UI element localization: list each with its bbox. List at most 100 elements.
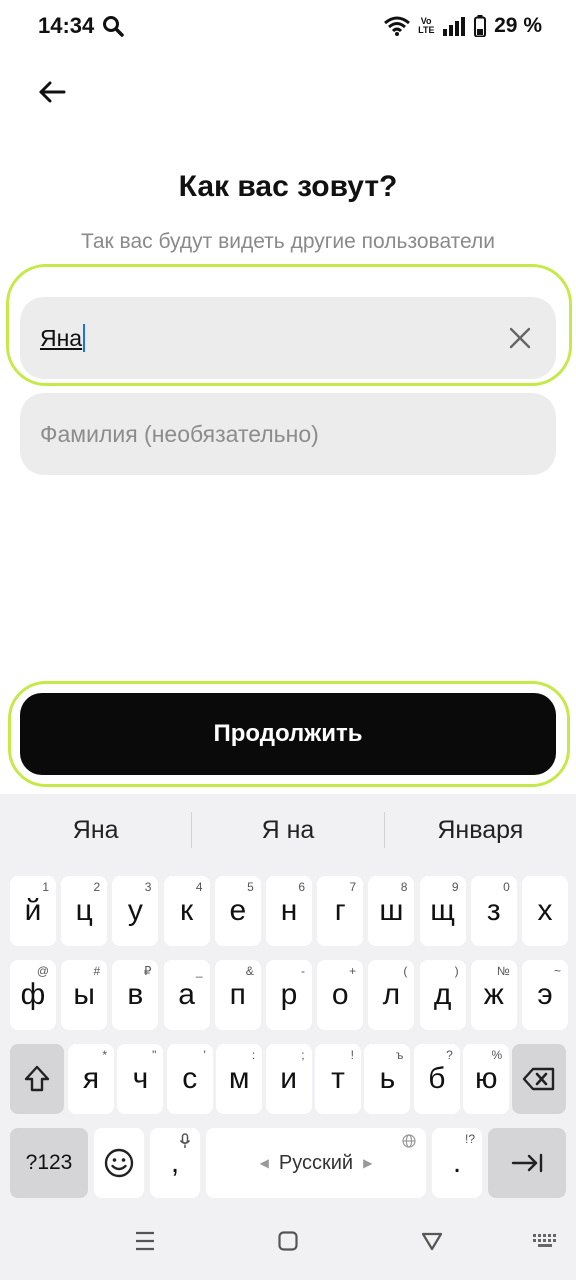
- comma-label: ,: [170, 1146, 180, 1179]
- key-label: с: [182, 1062, 198, 1095]
- shift-icon: [24, 1065, 50, 1092]
- key-и[interactable]: и;: [265, 1044, 312, 1114]
- key-х[interactable]: х: [522, 876, 568, 946]
- continue-button[interactable]: Продолжить: [20, 693, 556, 775]
- key-в[interactable]: в ₽: [112, 960, 159, 1030]
- suggestion-item[interactable]: Я на: [192, 816, 383, 845]
- key-hint: 3: [144, 880, 152, 894]
- last-name-placeholder: Фамилия (необязательно): [40, 420, 319, 447]
- emoji-icon: [104, 1148, 134, 1178]
- keyboard-icon: [533, 1234, 556, 1247]
- key-label: в: [127, 978, 144, 1011]
- key-р[interactable]: р-: [266, 960, 312, 1030]
- key-hint: 8: [400, 880, 408, 894]
- symbols-key[interactable]: ?123: [10, 1128, 88, 1198]
- key-label: г: [334, 894, 346, 927]
- key-д[interactable]: д): [419, 960, 466, 1030]
- navigation-bar: [0, 1204, 576, 1280]
- keyboard-hide-button[interactable]: [530, 1226, 560, 1256]
- emoji-key[interactable]: [94, 1128, 144, 1198]
- key-label: п: [229, 978, 246, 1011]
- battery-icon: [474, 15, 487, 37]
- key-з[interactable]: з0: [470, 876, 517, 946]
- key-т[interactable]: т!: [315, 1044, 361, 1114]
- first-name-field[interactable]: Яна: [20, 297, 556, 379]
- suggestion-item[interactable]: Яна: [0, 816, 191, 845]
- enter-key[interactable]: [488, 1128, 566, 1198]
- key-label: ч: [132, 1062, 149, 1095]
- key-label: е: [229, 894, 247, 927]
- space-key[interactable]: ◀ Русский ▶: [206, 1128, 426, 1198]
- key-label: э: [537, 978, 553, 1011]
- close-icon: [509, 327, 531, 349]
- shift-key[interactable]: [10, 1044, 64, 1114]
- key-й[interactable]: й1: [10, 876, 56, 946]
- key-щ[interactable]: щ9: [419, 876, 466, 946]
- status-right: Vo LTE 29 %: [384, 14, 542, 38]
- key-ж[interactable]: ж №: [470, 960, 517, 1030]
- globe-icon: [402, 1134, 416, 1148]
- recents-button[interactable]: [130, 1226, 160, 1256]
- backspace-icon: [522, 1067, 555, 1091]
- key-ы[interactable]: ы #: [61, 960, 108, 1030]
- key-label: и: [280, 1062, 297, 1095]
- key-label: у: [127, 894, 143, 927]
- key-hint: ъ: [395, 1048, 404, 1062]
- key-ю[interactable]: ю%: [463, 1044, 510, 1114]
- key-hint: _: [195, 964, 203, 978]
- key-hint: @: [36, 964, 49, 978]
- key-ч[interactable]: ч ": [117, 1044, 164, 1114]
- key-а[interactable]: а _: [163, 960, 210, 1030]
- key-у[interactable]: у3: [112, 876, 159, 946]
- period-label: .: [452, 1146, 462, 1179]
- key-к[interactable]: к4: [163, 876, 210, 946]
- signal-icon: [443, 17, 466, 36]
- key-б[interactable]: б?: [413, 1044, 460, 1114]
- backspace-key[interactable]: [512, 1044, 566, 1114]
- back-button[interactable]: [34, 74, 70, 110]
- key-л[interactable]: л(: [368, 960, 415, 1030]
- wifi-icon: [384, 16, 411, 36]
- key-label: а: [178, 978, 195, 1011]
- key-hint: 1: [42, 880, 49, 894]
- arrow-left-icon: [39, 81, 66, 103]
- key-label: ю: [474, 1062, 498, 1095]
- key-о[interactable]: о +: [317, 960, 364, 1030]
- mic-icon: [179, 1133, 191, 1148]
- key-э[interactable]: э ~: [522, 960, 568, 1030]
- key-г[interactable]: г7: [317, 876, 364, 946]
- suggestion-item[interactable]: Января: [385, 816, 576, 845]
- space-label: Русский: [278, 1151, 354, 1174]
- key-hint: !: [350, 1048, 354, 1062]
- key-label: о: [331, 978, 349, 1011]
- clear-button[interactable]: [504, 322, 536, 354]
- status-left: 14:34: [38, 13, 125, 39]
- key-label: х: [537, 894, 553, 927]
- key-ш[interactable]: ш8: [368, 876, 415, 946]
- key-ц[interactable]: ц2: [61, 876, 108, 946]
- back-nav-button[interactable]: [417, 1226, 447, 1256]
- key-п[interactable]: п &: [214, 960, 261, 1030]
- key-label: ж: [483, 978, 504, 1011]
- key-е[interactable]: е5: [214, 876, 261, 946]
- key-hint: ?: [446, 1048, 453, 1062]
- key-hint: %: [491, 1048, 503, 1062]
- key-ф[interactable]: ф @: [10, 960, 56, 1030]
- key-hint: ': [203, 1048, 206, 1062]
- key-ь[interactable]: ьъ: [364, 1044, 411, 1114]
- home-button[interactable]: [273, 1226, 303, 1256]
- key-с[interactable]: с ': [166, 1044, 213, 1114]
- comma-key[interactable]: ,: [150, 1128, 200, 1198]
- key-hint: #: [93, 964, 101, 978]
- key-м[interactable]: м:: [216, 1044, 263, 1114]
- key-hint: 0: [503, 880, 510, 894]
- triangle-icon: [421, 1232, 443, 1251]
- status-time: 14:34: [38, 13, 95, 38]
- key-label: ш: [379, 894, 404, 927]
- period-key[interactable]: . !?: [432, 1128, 482, 1198]
- key-я[interactable]: я *: [68, 1044, 114, 1114]
- key-hint: *: [102, 1048, 107, 1062]
- last-name-field[interactable]: Фамилия (необязательно): [20, 393, 556, 475]
- key-н[interactable]: н6: [266, 876, 312, 946]
- first-name-value: Яна: [40, 324, 83, 351]
